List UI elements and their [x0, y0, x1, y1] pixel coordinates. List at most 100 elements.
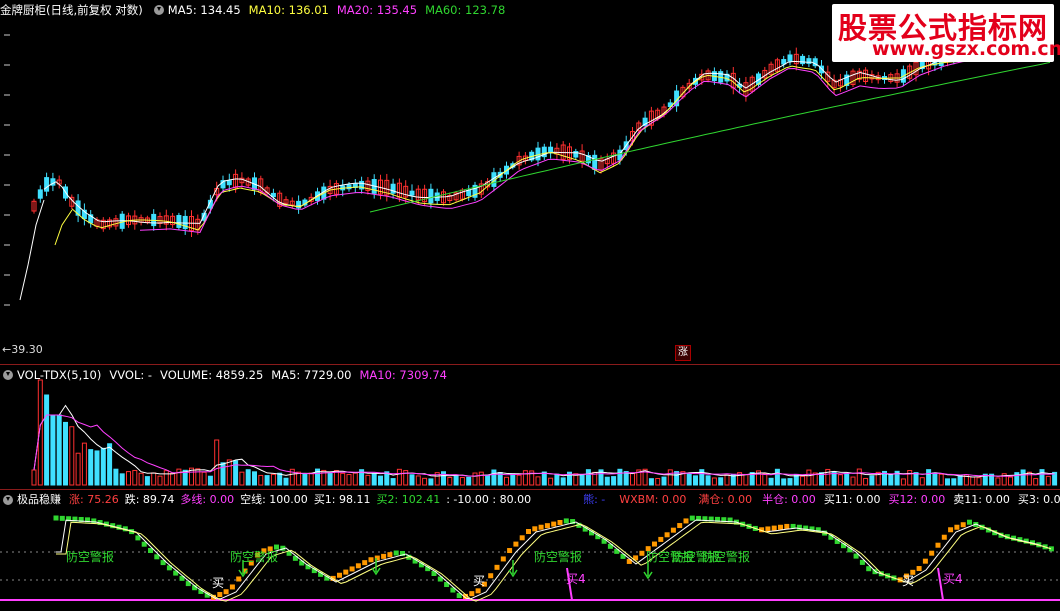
volume-bar [264, 475, 270, 486]
indicator-block [513, 541, 519, 547]
volume-bar [995, 477, 1001, 486]
ind-kongxian: 空线: 100.00 [240, 493, 308, 506]
volume-bar [157, 475, 163, 486]
ind-wxbm: WXBM: 0.00 [619, 493, 687, 506]
volume-bar [226, 459, 232, 486]
ma5-line [43, 47, 1053, 224]
ind-die: 跌: 89.74 [124, 493, 175, 506]
indicator-block [469, 591, 475, 597]
volume-bar [938, 473, 944, 486]
volume-bar [441, 471, 446, 486]
volume-bar [415, 475, 421, 486]
buy4-signal-label: 买4 [943, 572, 963, 586]
indicator-block [967, 519, 972, 525]
price-pane[interactable]: 金牌厨柜(日线,前复权 对数) MA5: 134.45 MA10: 136.01… [0, 0, 1060, 365]
indicator-block [916, 566, 922, 572]
volume-bar [81, 442, 87, 486]
ind-bancang: 半仓: 0.00 [762, 493, 816, 506]
volume-bar [630, 472, 635, 486]
dropdown-icon[interactable] [153, 5, 164, 15]
indicator-block [771, 525, 777, 531]
volume-bar [340, 472, 346, 486]
candle [176, 215, 182, 228]
volume-bar [422, 477, 428, 486]
volume-bar [900, 478, 906, 486]
indicator-block [765, 526, 771, 532]
indicator-header: 极品稳赚 涨: 75.26 跌: 89.74 多线: 0.00 空线: 100.… [0, 490, 1060, 510]
indicator-block [381, 553, 387, 559]
indicator-block [343, 569, 349, 575]
volume-bar [667, 469, 673, 486]
air-raid-alert-label: 防空警报 [534, 550, 583, 564]
buy4-signal-label: 买4 [566, 572, 586, 586]
volume-bar [945, 478, 950, 486]
buy-signal-label: 买 [902, 574, 915, 588]
ind-zhang: 涨: 75.26 [69, 493, 119, 506]
candle [806, 58, 812, 64]
price-header: 金牌厨柜(日线,前复权 对数) MA5: 134.45 MA10: 136.01… [0, 0, 513, 20]
indicator-block [784, 523, 790, 529]
volume-bar [806, 469, 812, 486]
indicator-block [349, 566, 355, 572]
indicator-block [639, 550, 645, 556]
volume-bar [718, 477, 724, 486]
volume-bar [119, 473, 125, 486]
volume-bar [100, 447, 106, 486]
volume-pane[interactable]: VOL-TDX(5,10) VVOL: - VOLUME: 4859.25 MA… [0, 365, 1060, 490]
volume-bar [1020, 469, 1026, 486]
volume-bar [428, 478, 434, 486]
indicator-block [91, 518, 97, 524]
indicator-block [368, 557, 374, 563]
indicator-block [519, 535, 525, 541]
indicator-block [229, 584, 235, 590]
volume-bar [459, 476, 465, 486]
indicator-block [563, 518, 569, 524]
volume-bar [138, 472, 144, 486]
volume-bar [856, 468, 862, 486]
dropdown-icon[interactable] [3, 495, 13, 505]
buy-signal-label: 买 [212, 576, 225, 590]
volume-bar [787, 478, 793, 486]
indicator-block [236, 576, 242, 582]
indicator-block [526, 529, 531, 534]
indicator-block [551, 521, 557, 527]
volume-bar [648, 478, 654, 486]
volume-bar [258, 474, 264, 486]
volume-bar [308, 472, 314, 486]
volume-bar [214, 439, 220, 486]
volume-bar [932, 472, 938, 486]
volume-bar [617, 468, 623, 486]
volume-bar [447, 477, 453, 486]
volume-bar [604, 476, 610, 486]
volume-bar [176, 468, 182, 486]
volume-bar [270, 473, 276, 486]
indicator-block [532, 526, 538, 532]
volume-bar [888, 474, 894, 486]
indicator-block [494, 564, 500, 570]
rise-tag[interactable]: 涨 [675, 345, 691, 361]
volume-bar [132, 469, 138, 486]
vol-ma10-label: MA10: 7309.74 [359, 368, 447, 382]
volume-bar [50, 414, 56, 486]
volume-bar [510, 473, 516, 486]
candle [390, 183, 396, 194]
dropdown-icon[interactable] [3, 370, 13, 380]
volume-bar [151, 472, 157, 486]
indicator-block [778, 524, 783, 530]
volume-bar [44, 394, 50, 486]
volume-bar [850, 476, 856, 486]
indicator-pane[interactable]: 极品稳赚 涨: 75.26 跌: 89.74 多线: 0.00 空线: 100.… [0, 490, 1060, 611]
indicator-block [538, 524, 544, 530]
candle [409, 190, 415, 196]
ind-mai2: 买2: 102.41 [376, 493, 441, 506]
candle [226, 180, 232, 186]
volume-bar [957, 474, 963, 486]
indicator-block [929, 550, 935, 556]
volume-bar [560, 477, 566, 486]
volume-bar [837, 474, 843, 486]
volume-bar [245, 469, 251, 486]
volume-bar [611, 476, 617, 486]
indicator-block [689, 515, 695, 521]
volume-ma5-line [33, 404, 1055, 478]
indicator-block [299, 560, 305, 566]
